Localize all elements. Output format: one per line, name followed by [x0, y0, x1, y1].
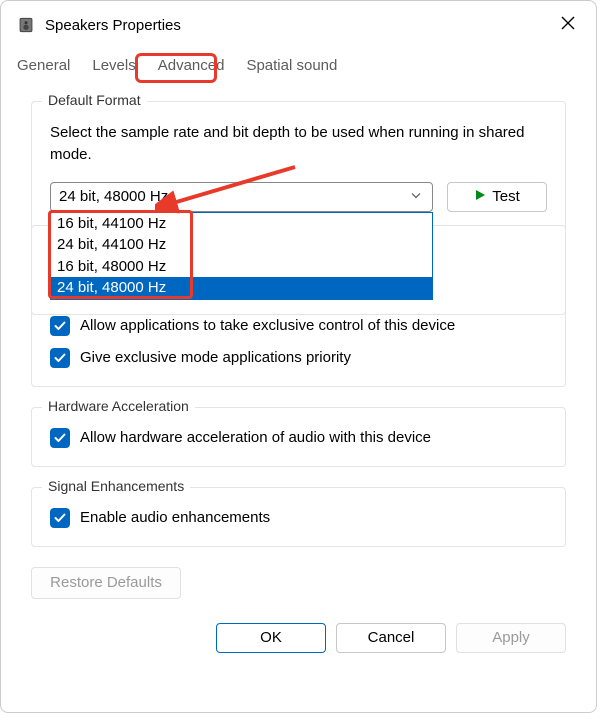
tab-levels[interactable]: Levels [90, 53, 137, 80]
test-button[interactable]: Test [447, 182, 547, 212]
content-area: Default Format Select the sample rate an… [1, 81, 596, 613]
default-format-description: Select the sample rate and bit depth to … [50, 122, 547, 166]
format-row: 24 bit, 48000 Hz 16 bit, 44100 Hz 24 bit… [50, 182, 547, 212]
group-hardware-acceleration: Hardware Acceleration Allow hardware acc… [31, 407, 566, 467]
format-option-1[interactable]: 24 bit, 44100 Hz [51, 234, 432, 256]
tab-general[interactable]: General [15, 53, 72, 80]
format-option-3[interactable]: 24 bit, 48000 Hz [51, 277, 432, 299]
label-exclusive-control: Allow applications to take exclusive con… [80, 317, 455, 334]
restore-defaults-button: Restore Defaults [31, 567, 181, 599]
checkbox-audio-enhancements[interactable] [50, 508, 70, 528]
format-select-wrap: 24 bit, 48000 Hz 16 bit, 44100 Hz 24 bit… [50, 182, 433, 212]
apply-button: Apply [456, 623, 566, 653]
label-exclusive-priority: Give exclusive mode applications priorit… [80, 349, 351, 366]
play-icon [474, 188, 486, 205]
chevron-down-icon [410, 188, 422, 205]
checkbox-exclusive-control[interactable] [50, 316, 70, 336]
ok-button[interactable]: OK [216, 623, 326, 653]
cancel-button[interactable]: Cancel [336, 623, 446, 653]
speaker-icon [17, 16, 35, 34]
test-button-label: Test [492, 188, 520, 205]
format-select-value: 24 bit, 48000 Hz [59, 188, 168, 205]
group-label-default-format: Default Format [42, 92, 147, 108]
group-signal-enhancements: Signal Enhancements Enable audio enhance… [31, 487, 566, 547]
group-label-hardware-accel: Hardware Acceleration [42, 398, 195, 414]
tab-bar: General Levels Advanced Spatial sound [1, 45, 596, 81]
checkbox-hardware-accel[interactable] [50, 428, 70, 448]
checkbox-exclusive-priority[interactable] [50, 348, 70, 368]
label-audio-enhancements: Enable audio enhancements [80, 509, 270, 526]
group-label-signal-enhancements: Signal Enhancements [42, 478, 190, 494]
label-hardware-accel: Allow hardware acceleration of audio wit… [80, 429, 431, 446]
format-select[interactable]: 24 bit, 48000 Hz [50, 182, 433, 212]
tab-advanced[interactable]: Advanced [156, 53, 227, 80]
titlebar: Speakers Properties [1, 1, 596, 45]
format-option-0[interactable]: 16 bit, 44100 Hz [51, 213, 432, 235]
footer-buttons: OK Cancel Apply [1, 613, 596, 677]
window-title: Speakers Properties [45, 17, 554, 34]
close-button[interactable] [554, 11, 582, 39]
format-dropdown: 16 bit, 44100 Hz 24 bit, 44100 Hz 16 bit… [50, 212, 433, 300]
format-option-2[interactable]: 16 bit, 48000 Hz [51, 256, 432, 278]
tab-spatial-sound[interactable]: Spatial sound [244, 53, 339, 80]
close-icon [560, 15, 576, 36]
